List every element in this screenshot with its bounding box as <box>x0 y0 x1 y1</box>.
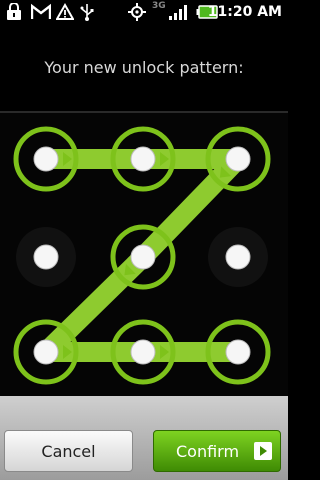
dot <box>130 339 156 365</box>
dot <box>33 244 59 270</box>
pattern-dot-5[interactable] <box>110 224 176 290</box>
pattern-grid <box>13 126 271 385</box>
confirm-label: Confirm <box>176 442 240 461</box>
pattern-dot-1[interactable] <box>13 126 79 192</box>
network-3g-icon: 3G <box>152 1 166 11</box>
dot <box>33 339 59 365</box>
dot <box>225 146 251 172</box>
arrow-right-icon <box>254 442 272 460</box>
dot <box>225 244 251 270</box>
page-title: Your new unlock pattern: <box>44 58 244 77</box>
unlock-pattern[interactable] <box>0 112 288 397</box>
usb-icon <box>80 4 94 21</box>
warning-icon <box>56 3 74 20</box>
lock-icon <box>7 3 21 20</box>
dot <box>225 339 251 365</box>
dot <box>130 146 156 172</box>
gmail-icon <box>31 3 51 19</box>
status-time: 11:20 AM <box>207 4 282 20</box>
dot <box>33 146 59 172</box>
gps-icon <box>128 3 146 21</box>
confirm-button[interactable]: Confirm <box>153 430 281 472</box>
pattern-dot-7[interactable] <box>13 319 79 385</box>
cancel-button[interactable]: Cancel <box>4 430 133 472</box>
status-bar: 3G 11:20 AM <box>0 0 288 25</box>
pattern-dot-4[interactable] <box>16 227 76 287</box>
signal-icon <box>169 5 187 20</box>
pattern-dot-6[interactable] <box>208 227 268 287</box>
button-bar: Cancel Confirm <box>0 396 288 480</box>
dot <box>130 244 156 270</box>
